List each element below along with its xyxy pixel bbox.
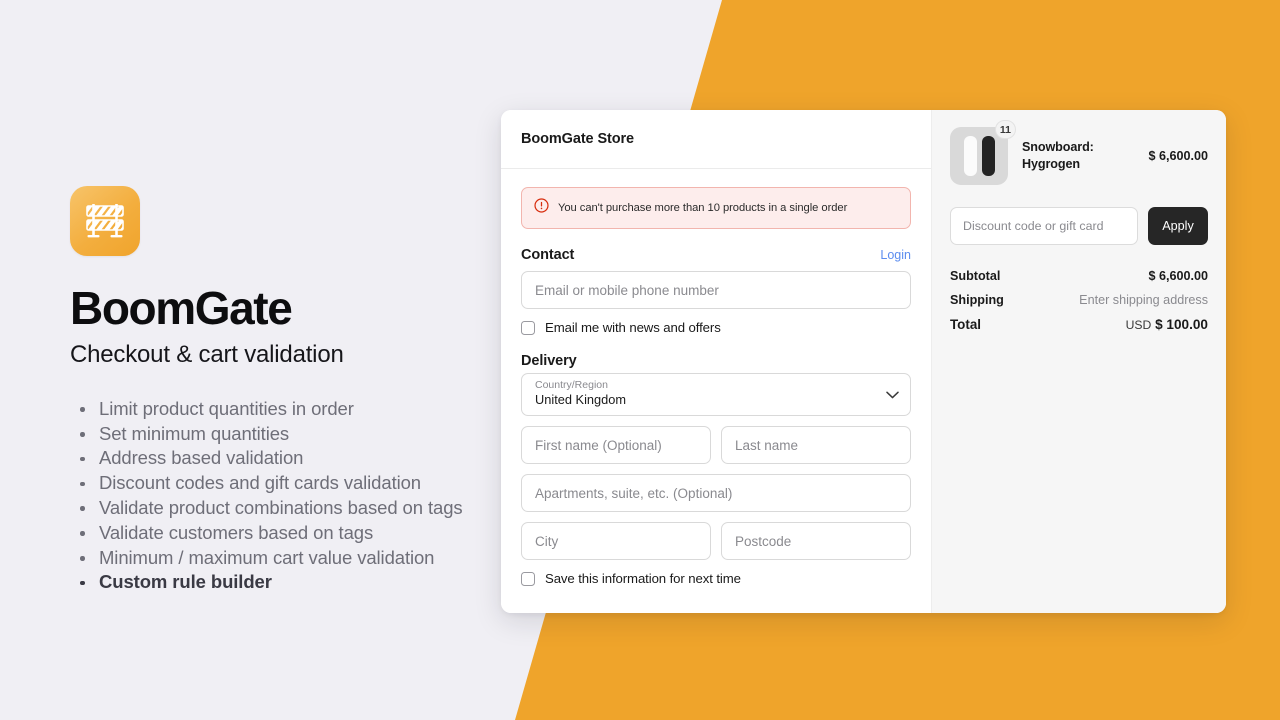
- subtotal-row: Subtotal $ 6,600.00: [950, 269, 1208, 283]
- grand-total-row: Total USD $ 100.00: [950, 317, 1208, 332]
- total-currency: USD: [1125, 318, 1152, 332]
- product-title: Snowboard: Hygrogen: [1022, 140, 1094, 171]
- list-item: Validate product combinations based on t…: [70, 496, 490, 521]
- save-info-label: Save this information for next time: [545, 571, 741, 586]
- checkout-form-pane: BoomGate Store You can't purchase more t…: [501, 110, 931, 613]
- checkout-card: BoomGate Store You can't purchase more t…: [501, 110, 1226, 613]
- snowboard-black-icon: [981, 136, 995, 176]
- checkout-form-body: You can't purchase more than 10 products…: [501, 169, 931, 586]
- order-summary-pane: 11 Snowboard: Hygrogen $ 6,600.00 Apply …: [931, 110, 1226, 613]
- list-item: Discount codes and gift cards validation: [70, 471, 490, 496]
- name-fields-row: [521, 426, 911, 464]
- error-circle-icon: [534, 198, 549, 218]
- address2-row: [521, 474, 911, 512]
- last-name-input[interactable]: [721, 426, 911, 464]
- store-name: BoomGate Store: [521, 131, 635, 147]
- save-info-checkbox-row[interactable]: Save this information for next time: [521, 571, 911, 586]
- discount-code-input[interactable]: [950, 207, 1138, 245]
- error-message-text: You can't purchase more than 10 products…: [558, 202, 848, 214]
- country-region-select[interactable]: Country/Region United Kingdom: [521, 373, 911, 416]
- screenshot-root: BoomGate Checkout & cart validation Limi…: [0, 0, 1280, 720]
- product-thumbnail-wrap: 11: [950, 120, 1016, 185]
- total-label: Total: [950, 317, 981, 332]
- city-postcode-row: [521, 522, 911, 560]
- email-or-phone-input[interactable]: [521, 271, 911, 309]
- login-link[interactable]: Login: [880, 248, 911, 262]
- list-item: Validate customers based on tags: [70, 521, 490, 546]
- quantity-badge: 11: [994, 120, 1016, 139]
- list-item: Address based validation: [70, 446, 490, 471]
- total-value: USD $ 100.00: [1126, 317, 1208, 332]
- validation-error-banner: You can't purchase more than 10 products…: [521, 187, 911, 229]
- apply-discount-button[interactable]: Apply: [1148, 207, 1208, 245]
- page-title: BoomGate: [70, 282, 293, 334]
- first-name-input[interactable]: [521, 426, 711, 464]
- newsletter-checkbox[interactable]: [521, 320, 535, 335]
- shipping-label: Shipping: [950, 293, 1004, 307]
- list-item: Minimum / maximum cart value validation: [70, 546, 490, 571]
- page-subtitle: Checkout & cart validation: [70, 340, 344, 368]
- feature-list: Limit product quantities in order Set mi…: [70, 397, 490, 595]
- app-logo-tile: [70, 186, 140, 256]
- snowboard-white-icon: [963, 136, 977, 176]
- city-input[interactable]: [521, 522, 711, 560]
- subtotal-label: Subtotal: [950, 269, 1001, 283]
- newsletter-label: Email me with news and offers: [545, 320, 721, 335]
- postcode-input[interactable]: [721, 522, 911, 560]
- country-region-value: United Kingdom: [535, 392, 627, 407]
- contact-title: Contact: [521, 247, 575, 263]
- order-line-item: 11 Snowboard: Hygrogen $ 6,600.00: [950, 120, 1208, 185]
- shipping-row: Shipping Enter shipping address: [950, 293, 1208, 307]
- chevron-down-icon: [886, 386, 899, 404]
- marketing-column: BoomGate Checkout & cart validation Limi…: [70, 186, 490, 595]
- total-amount: $ 100.00: [1155, 317, 1208, 332]
- list-item: Set minimum quantities: [70, 422, 490, 447]
- construction-barrier-icon: [83, 200, 127, 242]
- shipping-value: Enter shipping address: [1079, 293, 1208, 307]
- country-region-label: Country/Region: [535, 379, 608, 391]
- list-item: Limit product quantities in order: [70, 397, 490, 422]
- discount-code-row: Apply: [950, 207, 1208, 245]
- apartment-suite-input[interactable]: [521, 474, 911, 512]
- save-info-checkbox[interactable]: [521, 571, 535, 586]
- product-price: $ 6,600.00: [1148, 149, 1208, 163]
- newsletter-checkbox-row[interactable]: Email me with news and offers: [521, 320, 911, 335]
- delivery-title: Delivery: [521, 353, 577, 369]
- contact-section-header: Contact Login: [521, 247, 911, 263]
- subtotal-value: $ 6,600.00: [1148, 269, 1208, 283]
- list-item: Custom rule builder: [70, 570, 490, 595]
